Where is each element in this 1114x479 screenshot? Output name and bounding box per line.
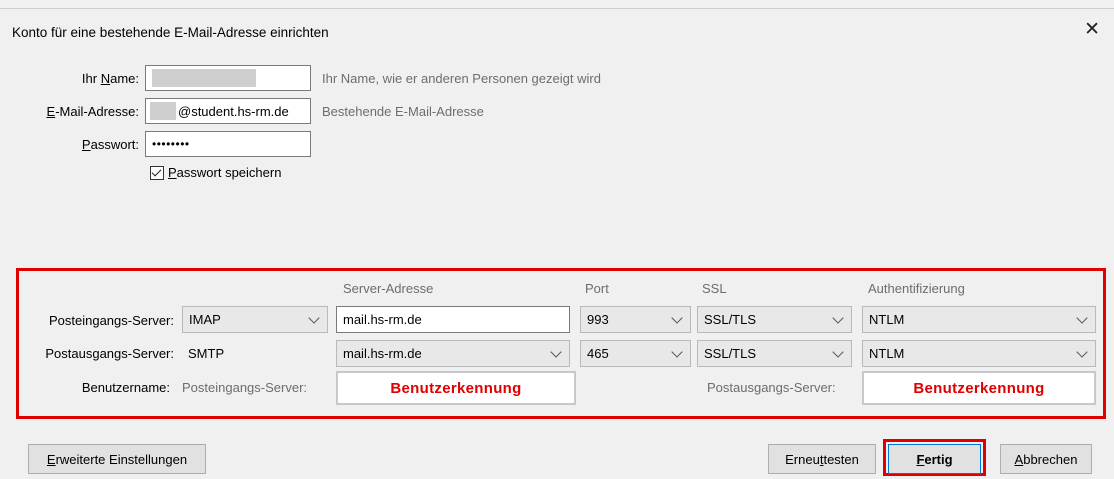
outgoing-server-label: Postausgangs-Server: xyxy=(45,346,174,361)
email-domain: @student.hs-rm.de xyxy=(178,103,289,119)
name-hint: Ihr Name, wie er anderen Personen gezeig… xyxy=(322,71,601,86)
email-field[interactable]: @student.hs-rm.de xyxy=(145,98,311,124)
incoming-auth-select[interactable]: NTLM xyxy=(862,306,1096,333)
name-label-prefix: Ihr xyxy=(81,71,101,86)
username-incoming-field[interactable]: Benutzerkennung xyxy=(336,371,576,405)
cancel-button[interactable]: Abbrechen xyxy=(1000,444,1092,474)
header-auth: Authentifizierung xyxy=(868,281,965,296)
outgoing-protocol: SMTP xyxy=(188,346,225,361)
outgoing-port-value: 465 xyxy=(587,346,609,361)
email-label-accesskey: E xyxy=(46,104,56,119)
header-port: Port xyxy=(585,281,609,296)
chevron-down-icon xyxy=(671,345,683,358)
name-label-suffix: ame: xyxy=(110,71,139,86)
username-incoming-label: Posteingangs-Server: xyxy=(182,380,308,395)
done-button[interactable]: Fertig xyxy=(888,444,981,474)
email-label-suffix: -Mail-Adresse: xyxy=(55,104,139,119)
advanced-label: rweiterte Einstellungen xyxy=(55,451,188,467)
advanced-accesskey: E xyxy=(46,451,56,467)
outgoing-address-select[interactable]: mail.hs-rm.de xyxy=(336,340,570,367)
dialog-title: Konto für eine bestehende E-Mail-Adresse… xyxy=(12,25,329,40)
chevron-down-icon xyxy=(1076,345,1088,358)
chevron-down-icon xyxy=(671,311,683,324)
name-field[interactable] xyxy=(145,65,311,91)
header-server-address: Server-Adresse xyxy=(343,281,434,296)
advanced-settings-button[interactable]: Erweiterte Einstellungen xyxy=(28,444,206,474)
chevron-down-icon xyxy=(308,311,320,324)
incoming-protocol-value: IMAP xyxy=(189,312,221,327)
incoming-protocol-select[interactable]: IMAP xyxy=(182,306,328,333)
save-password-accesskey: P xyxy=(168,165,177,180)
outgoing-auth-value: NTLM xyxy=(869,346,905,361)
incoming-address-field[interactable]: mail.hs-rm.de xyxy=(336,306,570,333)
outgoing-ssl-value: SSL/TLS xyxy=(704,346,757,361)
chevron-down-icon xyxy=(832,345,844,358)
outgoing-port-select[interactable]: 465 xyxy=(580,340,691,367)
done-accesskey: F xyxy=(916,451,925,467)
checkbox-checked-icon[interactable] xyxy=(150,165,164,180)
name-label: Ihr Name: xyxy=(20,71,139,86)
chevron-down-icon xyxy=(550,345,562,358)
username-outgoing-field[interactable]: Benutzerkennung xyxy=(862,371,1096,405)
incoming-ssl-value: SSL/TLS xyxy=(704,312,757,327)
save-password-label-suffix: asswort speichern xyxy=(176,165,282,180)
outgoing-ssl-select[interactable]: SSL/TLS xyxy=(697,340,852,367)
retest-button[interactable]: Erneu t testen xyxy=(768,444,876,474)
incoming-port-select[interactable]: 993 xyxy=(580,306,691,333)
incoming-port-value: 993 xyxy=(587,312,609,327)
name-label-accesskey: N xyxy=(100,71,111,86)
close-icon[interactable]: ✕ xyxy=(1084,20,1100,39)
username-outgoing-label: Postausgangs-Server: xyxy=(707,380,836,395)
cancel-label: bbrechen xyxy=(1023,451,1078,467)
email-hint: Bestehende E-Mail-Adresse xyxy=(322,104,484,119)
cancel-accesskey: A xyxy=(1014,451,1024,467)
done-label: ertig xyxy=(924,451,953,467)
window-top-border xyxy=(0,8,1114,9)
incoming-ssl-select[interactable]: SSL/TLS xyxy=(697,306,852,333)
incoming-auth-value: NTLM xyxy=(869,312,905,327)
password-field[interactable]: •••••••• xyxy=(145,131,311,157)
save-password-checkbox[interactable]: Passwort speichern xyxy=(150,165,281,180)
outgoing-auth-select[interactable]: NTLM xyxy=(862,340,1096,367)
redacted-name xyxy=(152,69,256,87)
password-label: Passwort: xyxy=(20,137,139,152)
redacted-email-user xyxy=(150,102,176,120)
chevron-down-icon xyxy=(1076,311,1088,324)
retest-label-suffix: testen xyxy=(823,451,859,467)
retest-label-prefix: Erneu xyxy=(785,451,820,467)
username-label: Benutzername: xyxy=(81,380,170,395)
chevron-down-icon xyxy=(832,311,844,324)
password-label-accesskey: P xyxy=(81,137,91,152)
header-ssl: SSL xyxy=(702,281,727,296)
email-label: E-Mail-Adresse: xyxy=(20,104,139,119)
password-label-suffix: asswort: xyxy=(90,137,139,152)
incoming-server-label: Posteingangs-Server: xyxy=(48,313,174,328)
outgoing-address-value: mail.hs-rm.de xyxy=(343,346,422,361)
save-password-label: Passwort speichern xyxy=(168,165,281,180)
